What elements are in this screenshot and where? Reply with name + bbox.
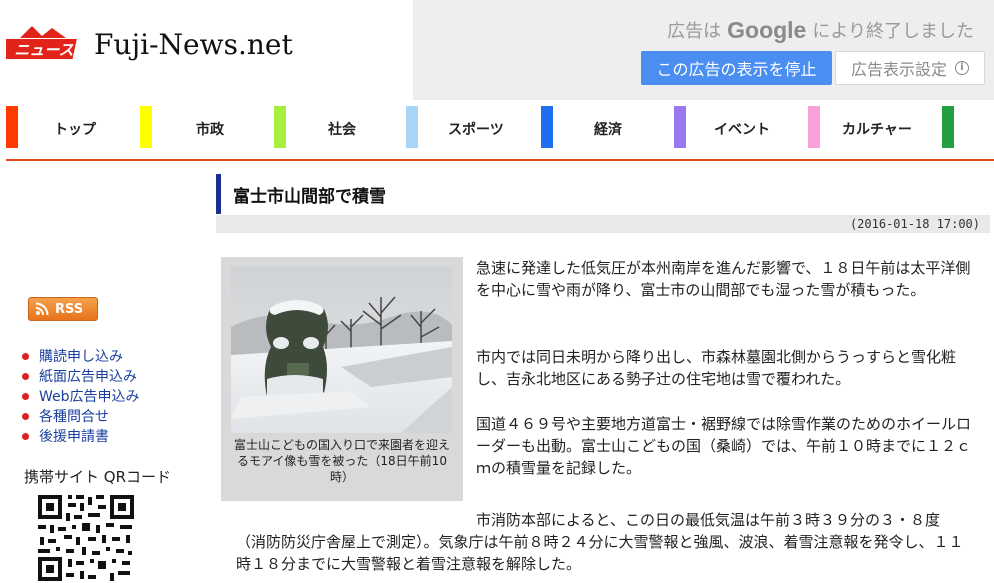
- google-brand: Google: [727, 17, 807, 43]
- sidebar-link-label: 後援申請書: [39, 429, 109, 445]
- nav-color-bar: [674, 106, 686, 148]
- nav-item-sports[interactable]: スポーツ: [406, 106, 504, 148]
- fuji-news-logo-mark: ニュース: [6, 26, 77, 59]
- nav-color-bar: [6, 106, 18, 148]
- info-icon: i: [955, 61, 969, 75]
- rss-icon: [35, 302, 49, 316]
- nav-item-city[interactable]: 市政: [140, 106, 224, 148]
- article-paragraph: 市消防本部によると、この日の最低気温は午前３時３９分の３・８度: [476, 511, 940, 529]
- bullet-icon: [22, 392, 29, 400]
- sidebar-link-subscribe[interactable]: 購読申し込み: [22, 346, 140, 366]
- nav-label: 経済: [594, 122, 622, 138]
- nav-item-culture[interactable]: カルチャー: [808, 106, 912, 148]
- sidebar-links: 購読申し込み 紙面広告申込み Web広告申込み 各種問合せ 後援申請書: [22, 346, 140, 446]
- article-paragraph: 市内では同日未明から降り出し、市森林墓園北側からうっすらと雪化粧し、吉永北地区に…: [476, 348, 957, 388]
- photo-caption: 富士山こどもの国入り口で来園者を迎えるモアイ像も雪を被った（18日午前10時）: [233, 438, 450, 484]
- sidebar-link-label: 各種問合せ: [39, 409, 109, 425]
- ad-ended-suffix: により終了しました: [812, 21, 974, 42]
- nav-label: トップ: [54, 122, 96, 138]
- sidebar-link-web-ad[interactable]: Web広告申込み: [22, 386, 140, 406]
- nav-label: カルチャー: [842, 122, 912, 138]
- nav-color-bar: [541, 106, 553, 148]
- rss-button[interactable]: RSS: [28, 297, 98, 321]
- article-paragraph: 国道４６９号や主要地方道富士・裾野線では除雪作業のためのホイールローダーも出動。…: [476, 415, 972, 477]
- bullet-icon: [22, 352, 29, 360]
- bullet-icon: [22, 372, 29, 380]
- main-nav: トップ 市政 社会 スポーツ 経済 イベント カルチャー: [6, 106, 994, 148]
- site-logo[interactable]: ニュース Fuji-News.net: [6, 24, 293, 64]
- sidebar-link-label: Web広告申込み: [39, 389, 140, 405]
- article-title-text: 富士市山間部で積雪: [233, 186, 386, 207]
- bullet-icon: [22, 412, 29, 420]
- article-photo[interactable]: [231, 267, 452, 433]
- sidebar-link-sponsorship[interactable]: 後援申請書: [22, 426, 140, 446]
- rss-label: RSS: [55, 301, 84, 317]
- nav-divider: [6, 159, 994, 161]
- nav-color-bar: [274, 106, 286, 148]
- article-paragraph: 急速に発達した低気圧が本州南岸を進んだ影響で、１８日午前は太平洋側を中心に雪や雨…: [476, 259, 971, 299]
- sidebar-link-print-ad[interactable]: 紙面広告申込み: [22, 366, 140, 386]
- nav-color-bar: [942, 106, 954, 148]
- article-paragraph: （消防防災庁舎屋上で測定）。気象庁は午前８時２４分に大雪警報と強風、波浪、着雪注…: [236, 533, 964, 573]
- nav-item-more[interactable]: [942, 106, 954, 148]
- nav-label: イベント: [714, 122, 770, 138]
- site-name: Fuji-News.net: [94, 27, 293, 61]
- nav-color-bar: [808, 106, 820, 148]
- sidebar-link-contact[interactable]: 各種問合せ: [22, 406, 140, 426]
- nav-color-bar: [140, 106, 152, 148]
- article-title: 富士市山間部で積雪: [216, 174, 990, 214]
- nav-color-bar: [406, 106, 418, 148]
- ad-panel: 広告は Google により終了しました この広告の表示を停止 広告表示設定 i: [413, 0, 994, 100]
- sidebar-link-label: 紙面広告申込み: [39, 369, 137, 385]
- nav-item-society[interactable]: 社会: [274, 106, 356, 148]
- nav-item-economy[interactable]: 経済: [541, 106, 622, 148]
- logo-lettering: ニュース: [14, 41, 73, 59]
- stop-ad-label: この広告の表示を停止: [656, 60, 817, 79]
- nav-label: 市政: [196, 122, 224, 138]
- bullet-icon: [22, 432, 29, 440]
- nav-label: 社会: [328, 122, 356, 138]
- sidebar-link-label: 購読申し込み: [39, 349, 123, 365]
- nav-label: スポーツ: [448, 122, 504, 138]
- nav-item-event[interactable]: イベント: [674, 106, 770, 148]
- article-photo-box: 富士山こどもの国入り口で来園者を迎えるモアイ像も雪を被った（18日午前10時）: [221, 257, 463, 501]
- stop-ad-button[interactable]: この広告の表示を停止: [641, 51, 832, 85]
- ad-ended-message: 広告は Google により終了しました: [667, 17, 974, 44]
- qr-code[interactable]: [36, 493, 136, 583]
- ad-settings-label: 広告表示設定: [850, 60, 947, 79]
- ad-ended-prefix: 広告は: [667, 21, 722, 42]
- nav-item-top[interactable]: トップ: [6, 106, 96, 148]
- mobile-site-heading: 携帯サイト QRコード: [24, 468, 171, 486]
- ad-settings-button[interactable]: 広告表示設定 i: [835, 51, 985, 85]
- article-date: (2016-01-18 17:00): [216, 215, 990, 233]
